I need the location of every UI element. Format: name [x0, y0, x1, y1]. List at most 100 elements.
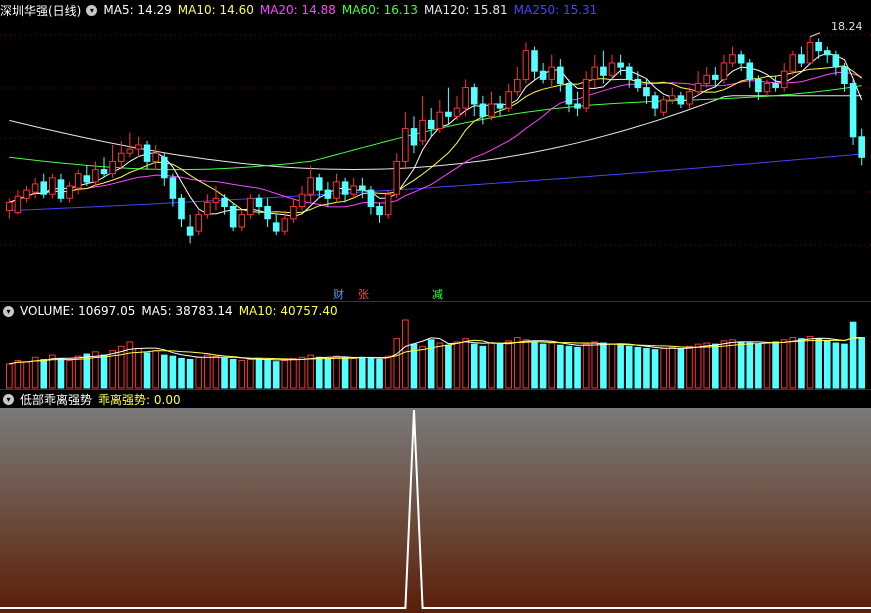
candle-body [677, 95, 685, 105]
candle-body [522, 50, 530, 80]
candle-body [565, 83, 573, 105]
volume-bar [660, 348, 667, 389]
indicator-title: 低部乖离强势 [20, 392, 93, 407]
volume-bar [557, 344, 564, 389]
candle-body [31, 183, 39, 193]
volume-bar [238, 360, 246, 389]
volume-bar [40, 358, 48, 389]
indicator-header: ▾ 低部乖离强势 乖离强势: 0.00 [0, 390, 871, 408]
candle-body [470, 87, 478, 105]
volume-bar [66, 360, 73, 389]
candle-body [49, 177, 56, 195]
volume-bar [445, 344, 452, 389]
candle-body [393, 160, 401, 195]
candle-body [100, 169, 108, 175]
volume-bar [858, 337, 866, 389]
volume-bar [677, 348, 685, 389]
volume-bar [247, 358, 254, 389]
volume-chart[interactable] [0, 300, 871, 390]
volume-bar [281, 360, 289, 389]
high-marker [809, 32, 821, 38]
volume-bar [462, 338, 469, 389]
ma250-line [9, 153, 862, 212]
candle-body [40, 181, 48, 195]
candle-body [453, 107, 461, 117]
volume-bar [548, 342, 556, 389]
candle-body [419, 119, 426, 142]
candle-body [402, 128, 409, 162]
volume-bar [582, 343, 590, 389]
volume-bar [763, 342, 771, 389]
candle-body [195, 214, 203, 232]
candle-body [488, 103, 495, 117]
volume-bar [341, 356, 349, 389]
volume-bar [470, 343, 478, 389]
volume-bar [272, 361, 280, 389]
volume-bar [496, 343, 504, 389]
volume-bar [6, 363, 13, 389]
volume-bar [402, 319, 409, 389]
chevron-down-icon[interactable]: ▾ [3, 393, 14, 405]
volume-bar [479, 345, 487, 389]
candle-body [290, 206, 297, 220]
price-chart[interactable] [0, 0, 871, 300]
candle-body [737, 54, 745, 64]
candle-body [135, 144, 142, 150]
volume-bar [729, 339, 736, 389]
candle-body [462, 87, 469, 109]
candle-body [849, 83, 857, 138]
candle-body [350, 185, 358, 195]
candle-body [298, 193, 306, 207]
candle-body [169, 177, 177, 199]
indicator-chart[interactable] [0, 408, 871, 613]
candle-body [608, 62, 616, 76]
candle-body [479, 103, 487, 117]
candle-body [186, 226, 194, 236]
volume-bar [255, 357, 263, 389]
volume-bar [591, 341, 599, 389]
volume-bar [720, 340, 728, 389]
candle-body [798, 54, 805, 64]
candle-body [315, 177, 323, 191]
volume-bar [14, 360, 22, 389]
volume-bar [393, 338, 401, 389]
candle-body [212, 197, 220, 203]
candle-body [806, 42, 814, 64]
volume-bar [204, 354, 211, 389]
price-high-label: 18.24 [831, 20, 863, 33]
volume-bar [195, 356, 203, 389]
candle-body [531, 50, 538, 72]
volume-bar [539, 343, 547, 389]
candle-body [686, 91, 693, 105]
candle-body [367, 189, 375, 208]
volume-bar [531, 341, 538, 389]
candle-body [539, 70, 547, 80]
candle-body [832, 54, 840, 68]
candle-body [858, 136, 866, 158]
candle-body [143, 144, 151, 162]
volume-bar [694, 343, 702, 389]
volume-bar [359, 356, 366, 389]
volume-bar [522, 339, 530, 389]
candle-body [815, 42, 822, 52]
volume-bar [488, 342, 495, 389]
candle-body [341, 181, 349, 195]
candle-body [505, 91, 512, 109]
candle-body [763, 83, 771, 93]
volume-bar [307, 354, 314, 389]
volume-bar [841, 343, 848, 389]
candle-body [333, 181, 340, 199]
volume-bar [815, 338, 822, 389]
candle-body [160, 156, 168, 179]
candle-body [74, 173, 82, 189]
candle-body [272, 222, 280, 232]
candle-body [712, 74, 719, 80]
candle-body [307, 177, 314, 195]
candle-body [651, 95, 659, 109]
candle-body [255, 197, 263, 208]
volume-bar [290, 357, 297, 389]
candle-body [178, 197, 185, 220]
candle-body [152, 152, 159, 162]
volume-bar [186, 358, 194, 389]
volume-bar [686, 345, 693, 389]
